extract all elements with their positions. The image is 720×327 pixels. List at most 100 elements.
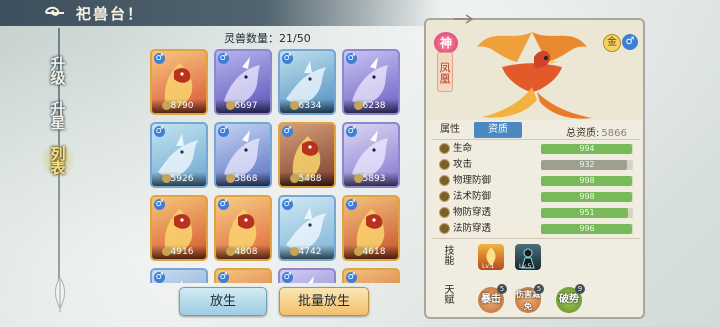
power-icon (354, 247, 363, 256)
skill-slot-shadow[interactable]: Lv.5 (515, 244, 541, 270)
sex-icon: ♂ (282, 272, 293, 283)
beast-card[interactable]: ♂ 5893 (342, 122, 400, 188)
stat-label: 法防穿透 (453, 223, 492, 234)
stat-bar: 994 (541, 144, 633, 154)
nav-tab-label: 列表 (48, 146, 67, 174)
stat-icon (439, 159, 450, 170)
power-value: 4808 (216, 245, 270, 259)
power-number: 8790 (170, 101, 194, 111)
skill-slot-fire[interactable]: Lv.1 (478, 244, 504, 270)
beast-grid[interactable]: ♂ 8790 ♂ 6697 ♂ 6334 ♂ 6238 ♂ 5926 ♂ 5868 ♂ 5488 ♂ 5893… (150, 49, 400, 283)
sex-icon: ♂ (346, 199, 357, 210)
power-number: 5926 (170, 174, 194, 184)
tab-aptitude[interactable]: 资质 (474, 122, 522, 138)
stat-icon (439, 207, 450, 218)
power-value: 4742 (280, 245, 334, 259)
sex-icon: ♂ (282, 126, 293, 137)
beast-card[interactable]: ♂ 6334 (278, 49, 336, 115)
beast-card[interactable]: ♂ (278, 268, 336, 283)
beast-card[interactable]: ♂ 4808 (214, 195, 272, 261)
power-icon (290, 101, 299, 110)
beast-count: 灵兽数量：21/50 (224, 32, 311, 45)
beast-card[interactable]: ♂ 5488 (278, 122, 336, 188)
batch-release-button[interactable]: 批量放生 (279, 287, 369, 316)
sex-icon: ♂ (218, 199, 229, 210)
power-number: 4618 (362, 247, 386, 257)
stat-value: 994 (579, 144, 595, 153)
beast-card[interactable]: ♂ 4916 (150, 195, 208, 261)
power-icon (226, 247, 235, 256)
sex-icon: ♂ (154, 272, 165, 283)
beast-card[interactable]: ♂ 4618 (342, 195, 400, 261)
talent-count: 5 (534, 284, 544, 294)
talent-break[interactable]: 破势 9 (556, 284, 585, 313)
skill-level: Lv.1 (482, 263, 495, 270)
nav-tab-upgrade[interactable]: 升级 (40, 52, 76, 88)
talent-damage-reduction[interactable]: 伤害减免 5 (515, 284, 544, 313)
power-number: 6334 (298, 101, 322, 111)
stat-bar: 996 (541, 224, 633, 234)
stat-icon (439, 175, 450, 186)
release-button[interactable]: 放生 (179, 287, 267, 316)
quality-badge: 金 (603, 34, 621, 52)
stat-icon (439, 191, 450, 202)
power-icon (354, 174, 363, 183)
power-value: 6697 (216, 99, 270, 113)
stat-label: 物理防御 (453, 175, 492, 186)
stat-row: 法术防御 998 (437, 190, 637, 204)
power-number: 6697 (234, 101, 258, 111)
power-icon (290, 247, 299, 256)
beast-card[interactable]: ♂ 6697 (214, 49, 272, 115)
grade-badge: 神 (434, 32, 458, 54)
power-value: 4618 (344, 245, 398, 259)
sex-icon: ♂ (346, 126, 357, 137)
beast-card[interactable]: ♂ 4742 (278, 195, 336, 261)
beast-card[interactable]: ♂ 5926 (150, 122, 208, 188)
power-value: 8790 (152, 99, 206, 113)
talent-crit[interactable]: 暴击 5 (478, 284, 507, 313)
stat-bar: 951 (541, 208, 633, 218)
stat-label: 法术防御 (453, 191, 492, 202)
divider (432, 238, 640, 239)
beast-card[interactable]: ♂ 6238 (342, 49, 400, 115)
stat-value: 951 (579, 208, 595, 217)
power-icon (226, 101, 235, 110)
beast-card[interactable]: ♂ (342, 268, 400, 283)
sex-icon: ♂ (218, 126, 229, 137)
nav-tab-label: 升星 (48, 101, 67, 129)
power-value: 5868 (216, 172, 270, 186)
total-aptitude: 总资质: 5866 (566, 124, 627, 139)
power-value: 5488 (280, 172, 334, 186)
nav-tab-star[interactable]: 升星 (40, 97, 76, 133)
sex-icon: ♂ (282, 199, 293, 210)
stat-icon (439, 143, 450, 154)
power-number: 4742 (298, 247, 322, 257)
power-number: 4916 (170, 247, 194, 257)
feather-icon (55, 278, 65, 312)
total-value: 5866 (601, 128, 627, 139)
stat-label: 生命 (453, 143, 473, 154)
nav-tab-label: 升级 (48, 56, 67, 84)
stat-value: 996 (579, 224, 595, 233)
power-icon (162, 101, 171, 110)
power-number: 6238 (362, 101, 386, 111)
sex-badge: ♂ (622, 34, 638, 50)
nav-tab-list[interactable]: 列表 (40, 142, 76, 178)
beast-card[interactable]: ♂ (150, 268, 208, 283)
beast-card[interactable]: ♂ (214, 268, 272, 283)
back-icon[interactable] (42, 4, 68, 22)
stat-bar: 998 (541, 176, 633, 186)
stat-row: 物理防御 998 (437, 174, 637, 188)
stat-row: 物防穿透 951 (437, 206, 637, 220)
page-title: 祀兽台！ (76, 5, 145, 23)
beast-name: 凤凰 (437, 52, 453, 92)
tab-attributes[interactable]: 属性 (428, 122, 472, 138)
beast-card[interactable]: ♂ 5868 (214, 122, 272, 188)
talent-count: 5 (497, 284, 507, 294)
sex-icon: ♂ (346, 53, 357, 64)
total-label: 总资质: (566, 128, 600, 139)
beast-card[interactable]: ♂ 8790 (150, 49, 208, 115)
sex-icon: ♂ (282, 53, 293, 64)
talents-label: 天赋 (442, 284, 453, 304)
talent-count: 9 (575, 284, 585, 294)
